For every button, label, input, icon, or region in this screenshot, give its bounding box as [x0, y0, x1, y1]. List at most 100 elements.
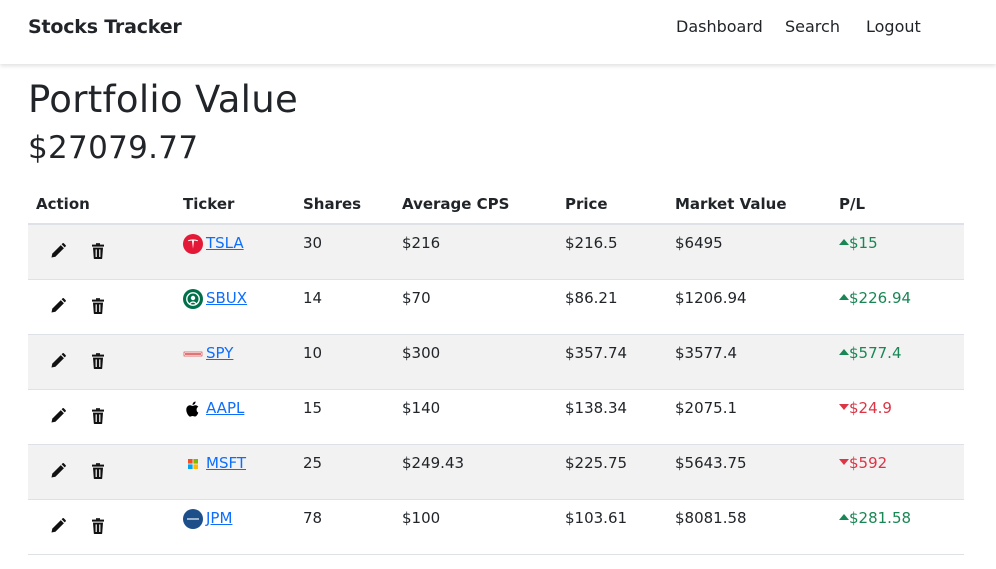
shares-cell: 15 [295, 389, 394, 445]
table-body: TSLA 30 $216 $216.5 $6495 $15 SBUX 14 $70 $86.21 $… [28, 224, 964, 555]
pl-value: $577.4 [849, 343, 902, 362]
portfolio-value: $27079.77 [28, 130, 199, 166]
table-row: AAPL 15 $140 $138.34 $2075.1 $24.9 [28, 389, 964, 445]
header-market-value: Market Value [667, 185, 831, 225]
shares-cell: 10 [295, 334, 394, 390]
pl-value: $281.58 [849, 508, 912, 527]
ticker-link[interactable]: MSFT [206, 454, 246, 472]
microsoft-logo-icon [183, 454, 203, 474]
pl-value: $592 [849, 453, 888, 472]
trash-icon[interactable] [88, 461, 108, 481]
nav-link-search[interactable]: Search [785, 17, 840, 36]
average-cps-cell: $300 [394, 334, 557, 390]
average-cps-cell: $216 [394, 224, 557, 280]
table-row: SPY 10 $300 $357.74 $3577.4 $577.4 [28, 334, 964, 390]
ticker-cell: JPM [175, 499, 295, 555]
price-cell: $225.75 [557, 444, 667, 500]
action-cell [28, 389, 175, 445]
caret-up-icon [839, 344, 849, 362]
ticker-link[interactable]: JPM [206, 509, 232, 527]
header-shares: Shares [295, 185, 394, 225]
ticker-link[interactable]: AAPL [206, 399, 244, 417]
brand-title[interactable]: Stocks Tracker [28, 16, 182, 38]
pl-cell: $281.58 [831, 499, 964, 555]
caret-up-icon [839, 289, 849, 307]
trash-icon[interactable] [88, 241, 108, 261]
shares-cell: 78 [295, 499, 394, 555]
caret-down-icon [839, 454, 849, 472]
market-value-cell: $5643.75 [667, 444, 831, 500]
shares-cell: 14 [295, 279, 394, 335]
header-pl: P/L [831, 185, 964, 225]
price-cell: $216.5 [557, 224, 667, 280]
header-action: Action [28, 185, 175, 225]
market-value-cell: $3577.4 [667, 334, 831, 390]
market-value-cell: $1206.94 [667, 279, 831, 335]
ticker-link[interactable]: SPY [206, 344, 233, 362]
action-cell [28, 224, 175, 280]
pl-value: $15 [849, 234, 878, 252]
action-cell [28, 499, 175, 555]
ticker-cell: MSFT [175, 444, 295, 500]
pl-cell: $15 [831, 224, 964, 280]
header-ticker: Ticker [175, 185, 295, 225]
pl-cell: $577.4 [831, 334, 964, 390]
pl-value: $24.9 [849, 398, 892, 417]
price-cell: $103.61 [557, 499, 667, 555]
ticker-link[interactable]: TSLA [206, 234, 244, 252]
shares-cell: 30 [295, 224, 394, 280]
average-cps-cell: $140 [394, 389, 557, 445]
ticker-cell: AAPL [175, 389, 295, 445]
table-row: SBUX 14 $70 $86.21 $1206.94 $226.94 [28, 279, 964, 335]
jpmorgan-logo-icon [183, 508, 203, 529]
market-value-cell: $6495 [667, 224, 831, 280]
table-row: JPM 78 $100 $103.61 $8081.58 $281.58 [28, 499, 964, 555]
nav-link-dashboard[interactable]: Dashboard [676, 17, 763, 36]
market-value-cell: $2075.1 [667, 389, 831, 445]
average-cps-cell: $249.43 [394, 444, 557, 500]
trash-icon[interactable] [88, 516, 108, 536]
pencil-icon[interactable] [48, 241, 68, 261]
table-row: MSFT 25 $249.43 $225.75 $5643.75 $592 [28, 444, 964, 500]
nav-link-logout[interactable]: Logout [866, 17, 921, 36]
ticker-link[interactable]: SBUX [206, 289, 247, 307]
pl-cell: $226.94 [831, 279, 964, 335]
caret-down-icon [839, 399, 849, 417]
ticker-cell: SPY [175, 334, 295, 390]
action-cell [28, 279, 175, 335]
pencil-icon[interactable] [48, 296, 68, 316]
trash-icon[interactable] [88, 296, 108, 316]
trash-icon[interactable] [88, 351, 108, 371]
pl-value: $226.94 [849, 288, 912, 307]
price-cell: $138.34 [557, 389, 667, 445]
portfolio-table-container: Action Ticker Shares Average CPS Price M… [28, 185, 964, 555]
pencil-icon[interactable] [48, 406, 68, 426]
caret-up-icon [839, 234, 849, 252]
table-header-row: Action Ticker Shares Average CPS Price M… [28, 185, 964, 225]
average-cps-cell: $70 [394, 279, 557, 335]
shares-cell: 25 [295, 444, 394, 500]
market-value-cell: $8081.58 [667, 499, 831, 555]
pencil-icon[interactable] [48, 351, 68, 371]
tesla-logo-icon [183, 234, 203, 254]
trash-icon[interactable] [88, 406, 108, 426]
spdr-logo-icon [183, 344, 203, 364]
apple-logo-icon [183, 399, 203, 419]
ticker-cell: SBUX [175, 279, 295, 335]
pl-cell: $592 [831, 444, 964, 500]
starbucks-logo-icon [183, 288, 203, 309]
ticker-cell: TSLA [175, 224, 295, 280]
pencil-icon[interactable] [48, 461, 68, 481]
table-row: TSLA 30 $216 $216.5 $6495 $15 [28, 224, 964, 280]
pl-cell: $24.9 [831, 389, 964, 445]
average-cps-cell: $100 [394, 499, 557, 555]
price-cell: $357.74 [557, 334, 667, 390]
pencil-icon[interactable] [48, 516, 68, 536]
header-price: Price [557, 185, 667, 225]
portfolio-table: Action Ticker Shares Average CPS Price M… [28, 185, 964, 555]
caret-up-icon [839, 509, 849, 527]
action-cell [28, 444, 175, 500]
navbar: Stocks Tracker Dashboard Search Logout [0, 0, 996, 64]
page-title: Portfolio Value [28, 78, 299, 121]
action-cell [28, 334, 175, 390]
